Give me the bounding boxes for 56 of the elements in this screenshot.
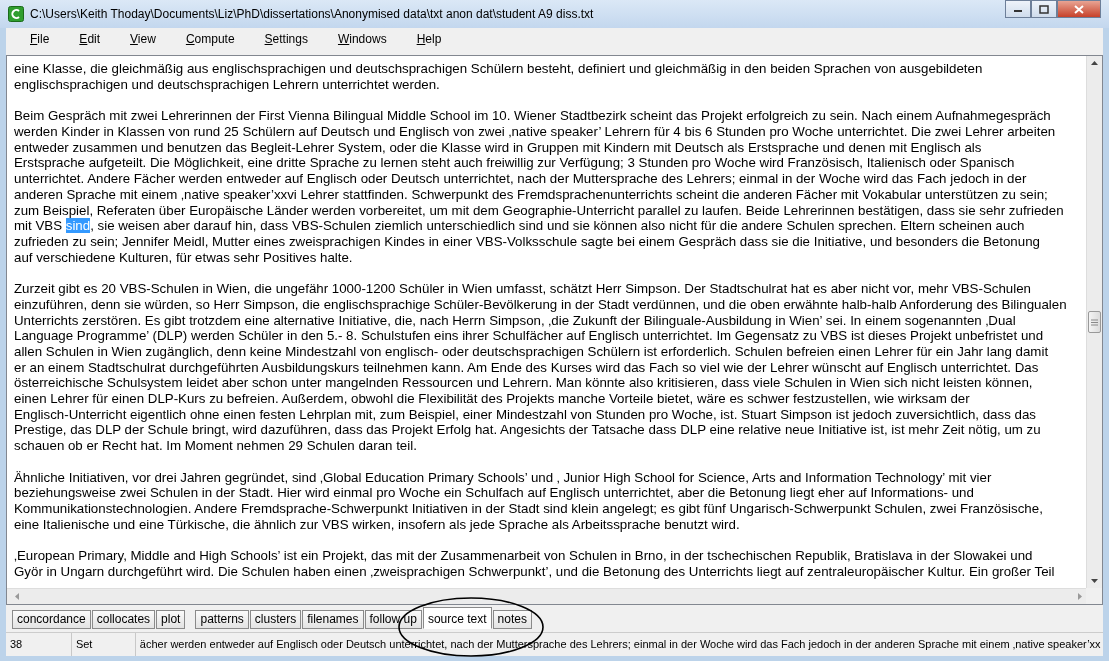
line-number: 38: [6, 633, 72, 656]
text-line: allen Schulen in Wien zugänglich, denn keine Mindestzahl von englisch- oder deutschsprachigen Schülern ist erforderlich. Schulen befreien einen Lehrer für ein Jahr lang damit: [14, 343, 1050, 360]
text-line: anderen Sprache mit einem ‚native speaker’xxvi Lehrer stattfinden. Schwerpunkt des Fremdsprachenunterrichts scheint die anderen Fächer mit Vokabular unterstützen zu sein;: [14, 186, 1049, 203]
text-line: einen Lehrer für einen DLP-Kurs zu befreien. Außerdem, obwohl die Flexibilität des Projekts manche Vorteile bietet, wäre es schwer festzustellen, wie wirksam der: [14, 391, 971, 407]
text-line: eine Italienische und eine Türkische, die ähnlich zur VBS wirken, insofern als jede Sprache als Arbeitssprache benutzt wird.: [14, 516, 741, 533]
text-line: einzuführen, denn sie würden, so Herr Simpson, die englischsprachige Schüler-Bevölkerung in der Stadt verdünnen, und die oben erwähnte halb-halb Anforderung des Bilingualen: [14, 296, 1068, 313]
text-line: unterrichtet. Andere Fächer werden entweder auf Englisch oder Deutsch unterrichtet, nach der Muttersprache des Lehrers; einmal in der Woche wird das Fach jedoch in der: [14, 171, 1028, 187]
text-line: zum Beispiel, Referaten über Europäische Länder werden vorbereitet, um mit dem Geographie-Unterricht parallel zu laufen. Beide Lehrerinnen bestätigen, dass sie sehr zufrieden: [14, 202, 1065, 219]
grip-icon: [1091, 318, 1098, 326]
text-line: Beim Gespräch mit zwei Lehrerinnen der First Vienna Bilingual Middle School im 10. Wiener Stadtbezirk scheint das Projekt erfolgreich zu sein. Nach einem Aufnahmegespräch: [14, 108, 1052, 125]
text-line: Language Programme’ (DLP) werden Schüler in den 5.- 8. Schulstufen eins ihrer Schulfächer auf Englisch unterrichtet. Im Gegensatz zu VBS ist dieses Projekt unbefristet und: [14, 328, 1045, 344]
text-line: er an einem Stadtschulrat durchgeführten Ausbildungskurs teilnehmen kann. Am Ende des Kurses wird das Fach so viel wie der Lehrer wünscht auf Englisch unterrichtet. Das: [14, 359, 1040, 376]
tab[interactable]: source text: [422, 607, 492, 630]
text-line: österreichische Schulsystem leidet aber schon unter mangelnden Ressourcen und Lehrern. Man könnte also kritisieren, dass viele Schulen in Wien sich nicht leisten können,: [14, 375, 1034, 391]
menu-item[interactable]: Settings: [264, 29, 308, 48]
text-line: werden Kinder in Klassen von rund 25 Schülern auf Deutsch und Englisch von zwei ‚native speaker’ Lehrern für 4 bis 6 Stunden pro Woche unterrichtet. Die zwei Lehrer arbeiten: [14, 124, 1057, 140]
text-line: auf verschiedene Kulturen, für etwas sehr Positives halte.: [14, 249, 354, 266]
window-title: C:\Users\Keith Thoday\Documents\Liz\PhD\dissertations\Anonymised data\txt anon dat\student A9 diss.txt: [30, 5, 594, 23]
close-icon: [1074, 4, 1084, 14]
scrollbar-thumb[interactable]: [1088, 311, 1101, 334]
maximize-icon: [1039, 4, 1049, 14]
tab[interactable]: follow up: [364, 610, 422, 630]
tab[interactable]: patterns: [195, 610, 249, 630]
text-line: ‚European Primary, Middle and High Schools’ ist ein Projekt, das mit der Zusammenarbeit von Schulen in Brno, in der tschechischen Republik, Bratislava in der Slowakei und: [14, 548, 1034, 564]
text-line: entweder zusammen und benutzen das Begleit-Lehrer System, oder die Klasse wird in Gruppen mit Kindern mit Deutsch als Erstsprache und denen mit Englisch als: [14, 139, 983, 156]
tab[interactable]: collocates: [91, 610, 156, 630]
text-line: Ähnliche Initiativen, vor drei Jahren gegründet, sind ‚Global Education Primary Schools’ und ‚ Junior High School for Science, Arts and Information Technology’ mit vier: [14, 469, 993, 486]
text-line: Prestige, das DLP der Schule bringt, wird dazuführen, dass das Projekt Erfolg hat. Angesichts der Tatsache dass DLP eine relative neue Initiative ist, ist mehr Zeit nötig, um zu: [14, 422, 1042, 439]
mode-label: Set: [71, 633, 136, 656]
menu-item[interactable]: File: [30, 29, 50, 48]
text-line: beziehungsweise zwei Schulen in der Stadt. Hier wird einmal pro Woche ein Schulfach auf Englisch unterrichtet, aber die Betonung liegt eher auf Informations- und: [14, 485, 975, 501]
text-line: Unterrichts zerstören. Es gibt trotzdem eine alternative Initiative, die, nach Herrn Simpson, ‚die Zukunft der Bilinguale-Ausbildung in Wien’ sei. In einem sogenannten ‚Dual: [14, 312, 1017, 329]
text-line: schauen ob er Recht hat. Im Moment nehmen 29 Schulen daran teil.: [14, 438, 418, 454]
menu-item[interactable]: Windows: [337, 29, 387, 48]
maximize-button[interactable]: [1031, 0, 1057, 18]
app-icon: [8, 5, 24, 22]
text-line: Englisch-Unterricht eigentlich ohne einen festen Lehrplan mit, zum Beispiel, einer Mindestzahl von Stunden pro Woche, ist. Stuart Simpson ist jedoch zuversichtlich, dass das: [14, 406, 1037, 423]
text-line: Erstsprache aufgeteilt. Die Möglichkeit, eine dritte Sprache zu lernen steht auch freiwillig zur Verfügung; 3 Stunden pro Woche wird Französisch, Italienisch oder Spanisch: [14, 155, 1016, 172]
text-line: Györ in Ungarn durchgeführt wird. Die Schulen haben einen ‚zweisprachigen Schwerpunkt’, und die Betonung des Unterrichts liegt auf zentraleuropäischer Kultur. Ein großer Teil: [14, 563, 1056, 580]
tab[interactable]: clusters: [249, 610, 302, 630]
text-line: mit VBS sind, sie weisen aber darauf hin, dass VBS-Schulen ziemlich unterschiedlich sind und sie können also nicht für die andere Schulen sprechen. Eltern scheinen auch: [14, 218, 1026, 234]
text-line: eine Klasse, die gleichmäßig aus englischsprachigen und deutschsprachigen Schülern besteht, definiert und gleichmäßig in den beiden Sprachen von ausgebildeten: [14, 61, 984, 77]
tab[interactable]: notes: [492, 610, 532, 630]
menu-item[interactable]: Help: [416, 29, 442, 48]
menu-item[interactable]: Edit: [79, 29, 101, 48]
minimize-button[interactable]: [1005, 0, 1031, 18]
text-line: zufrieden zu sein; Jennifer Meidl, Mutter eines zweisprachigen Kindes in einer VBS-Volksschule sagte bei einem Gespräch dass sie die Initiative, und besonders die Betonung: [14, 234, 1041, 250]
tab[interactable]: filenames: [302, 610, 364, 630]
menu-item[interactable]: Compute: [185, 29, 235, 48]
text-line: Zurzeit gibt es 20 VBS-Schulen in Wien, die ungefähr 1000-1200 Schüler in Wien umfasst, schätzt Herr Simpson. Der Stadtschulrat hat es aber nicht vor, mehr VBS-Schulen: [14, 281, 1032, 297]
tab[interactable]: concordance: [12, 610, 91, 630]
close-button[interactable]: [1057, 0, 1101, 18]
tab[interactable]: plot: [156, 610, 186, 630]
menu-item[interactable]: View: [130, 29, 156, 48]
text-line: Kommunikationstechnologien. Andere Fremdsprache-Schwerpunkt Initiativen in der Stadt sind klein angelegt; es gibt fünf Ungarisch-Schwerpunkt Schulen, zwei Französische,: [14, 500, 1044, 517]
text-line: englischsprachigen und deutschsprachigen Lehrern unterrichtet werden.: [14, 77, 441, 93]
